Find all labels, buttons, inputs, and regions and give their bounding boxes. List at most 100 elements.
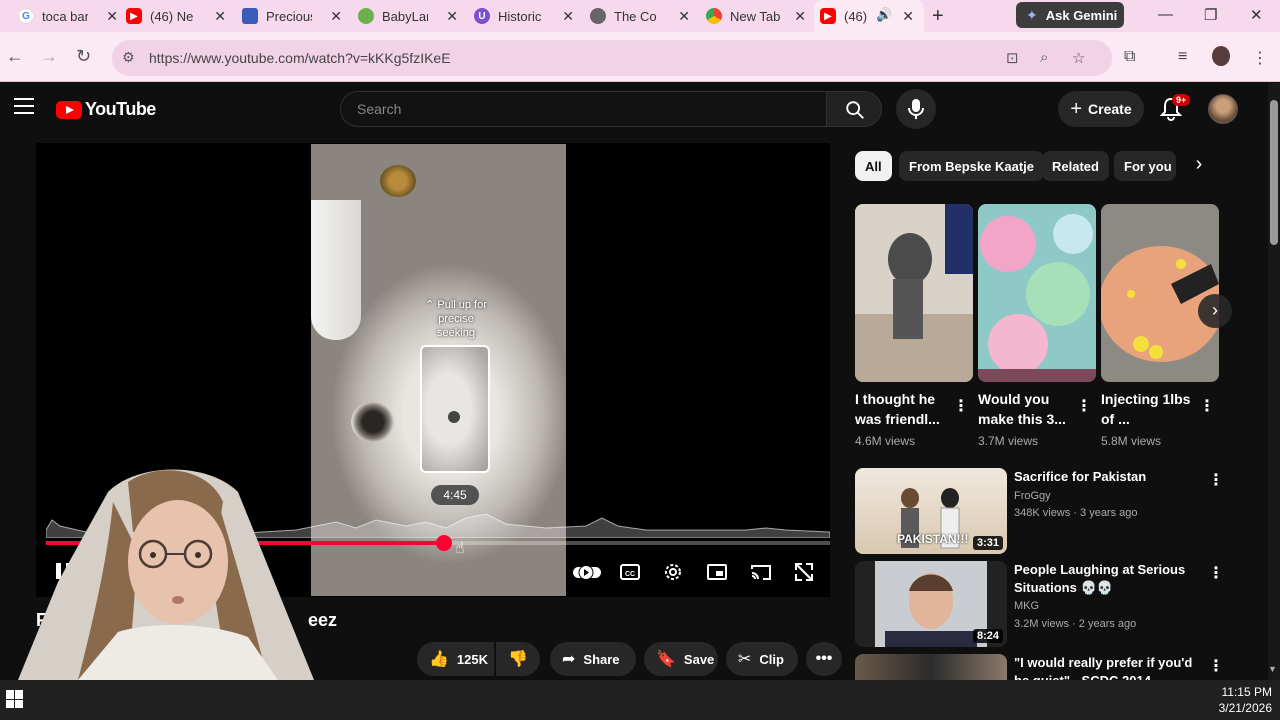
browser-tab[interactable]: Precious ✕	[242, 0, 352, 32]
browser-tab[interactable]: ▶ (46) Ne ✕	[126, 0, 236, 32]
like-button[interactable]: 👍 125K	[417, 642, 494, 676]
short-dog-image	[855, 204, 973, 382]
profile-avatar-icon[interactable]	[1212, 46, 1230, 66]
miniplayer-icon[interactable]	[706, 561, 728, 583]
video-title[interactable]: "I would really prefer if you'd be quiet…	[1014, 654, 1204, 680]
short-injecting-image	[1101, 204, 1219, 382]
dislike-button[interactable]: 👎	[496, 642, 540, 676]
browser-tab[interactable]: New Tab ✕	[706, 0, 816, 32]
preview-drain-shape	[448, 411, 460, 423]
back-icon[interactable]: ←	[6, 46, 24, 67]
browser-tab[interactable]: BabyLar ✕	[358, 0, 468, 32]
address-bar-row: ← → ↻ ⚙ https://www.youtube.com/watch?v=…	[0, 32, 1280, 82]
windows-start-icon[interactable]	[6, 690, 24, 708]
voice-search-button[interactable]	[896, 89, 936, 129]
chip-label: Related	[1052, 158, 1099, 174]
short-thumbnail[interactable]	[978, 204, 1096, 382]
video-thumbnail[interactable]	[855, 654, 1007, 680]
scroll-down-arrow-icon[interactable]: ▼	[1268, 664, 1277, 674]
share-button[interactable]: ➦ Share	[550, 642, 636, 676]
close-tab-icon[interactable]: ✕	[106, 8, 118, 25]
video-thumbnail[interactable]: 8:24	[855, 561, 1007, 647]
chip-all[interactable]: All	[855, 151, 892, 181]
search-button[interactable]	[826, 91, 882, 127]
reload-icon[interactable]: ↻	[76, 46, 91, 67]
browser-tab[interactable]: U Historic ✕	[474, 0, 584, 32]
webcam-overlay	[18, 469, 314, 680]
chevron-right-icon[interactable]: ›	[1186, 153, 1212, 179]
subtitles-icon[interactable]: CC	[619, 561, 641, 583]
shorts-next-arrow[interactable]: ›	[1198, 294, 1232, 328]
site-info-icon[interactable]: ⚙	[122, 49, 135, 66]
video-more-icon[interactable]: ⋮	[1208, 563, 1224, 583]
video-duration: 3:31	[972, 536, 1003, 550]
chip-from-channel[interactable]: From Bepske Kaatje	[899, 151, 1044, 181]
short-more-icon[interactable]: ⋮	[1076, 396, 1092, 416]
short-thumbnail[interactable]	[1101, 204, 1219, 382]
close-tab-icon[interactable]: ✕	[446, 8, 458, 25]
video-more-icon[interactable]: ⋮	[1208, 656, 1224, 676]
more-actions-button[interactable]: •••	[806, 642, 842, 676]
close-tab-icon[interactable]: ✕	[902, 8, 914, 25]
clock-time: 11:15 PM	[1221, 685, 1272, 699]
short-more-icon[interactable]: ⋮	[1199, 396, 1215, 416]
short-title[interactable]: Injecting 1lbs of ...	[1101, 389, 1197, 429]
search-input[interactable]	[341, 92, 826, 126]
close-window-icon[interactable]: ✕	[1250, 6, 1263, 24]
close-tab-icon[interactable]: ✕	[678, 8, 690, 25]
menu-kebab-icon[interactable]: ⋮	[1252, 48, 1268, 68]
video-tap-shape	[380, 165, 416, 197]
menu-icon[interactable]	[14, 98, 34, 119]
new-tab-icon[interactable]: +	[932, 5, 944, 28]
close-tab-icon[interactable]: ✕	[330, 8, 342, 25]
autoplay-toggle-icon[interactable]	[572, 561, 602, 583]
close-tab-icon[interactable]: ✕	[214, 8, 226, 25]
search-box	[340, 91, 827, 127]
short-more-icon[interactable]: ⋮	[953, 396, 969, 416]
forward-icon[interactable]: →	[40, 46, 58, 67]
short-title[interactable]: I thought he was friendl...	[855, 389, 951, 429]
channel-name[interactable]: MKG	[1014, 598, 1039, 614]
close-tab-icon[interactable]: ✕	[794, 8, 806, 25]
cast-icon[interactable]	[750, 561, 772, 583]
settings-gear-icon[interactable]	[662, 561, 684, 583]
browser-tab-active[interactable]: ▶ (46) 🔊 ✕	[814, 0, 924, 32]
restore-icon[interactable]: ❐	[1204, 6, 1217, 24]
video-thumbnail[interactable]: PAKISTAN!!! 3:31	[855, 468, 1007, 554]
account-avatar[interactable]	[1208, 94, 1238, 124]
chip-for-you[interactable]: For you	[1114, 151, 1176, 181]
youtube-logo[interactable]: YouTube	[56, 99, 156, 120]
save-button[interactable]: 🔖 Save	[644, 642, 718, 676]
extensions-icon[interactable]: ⧉	[1124, 48, 1135, 66]
install-app-icon[interactable]: ⊡	[1006, 49, 1019, 67]
chrome-icon	[706, 8, 722, 24]
globe-icon	[590, 8, 606, 24]
like-count: 125K	[456, 651, 488, 667]
clip-button[interactable]: ✂ Clip	[726, 642, 798, 676]
short-thumbnail[interactable]	[855, 204, 973, 382]
chip-related[interactable]: Related	[1042, 151, 1109, 181]
create-button[interactable]: + Create	[1058, 91, 1144, 127]
video-title[interactable]: Sacrifice for Pakistan	[1014, 468, 1204, 486]
close-tab-icon[interactable]: ✕	[562, 8, 574, 25]
omnibox[interactable]: ⚙ https://www.youtube.com/watch?v=kKKg5f…	[112, 40, 1112, 76]
short-title[interactable]: Would you make this 3...	[978, 389, 1074, 429]
browser-tab[interactable]: G toca bar ✕	[18, 0, 128, 32]
ask-gemini-button[interactable]: ✦ Ask Gemini	[1016, 2, 1124, 28]
url-text[interactable]: https://www.youtube.com/watch?v=kKKg5fzI…	[149, 50, 451, 66]
video-title[interactable]: People Laughing at Serious Situations 💀💀	[1014, 561, 1204, 597]
minimize-icon[interactable]: —	[1158, 6, 1173, 23]
scrubber-handle[interactable]	[436, 535, 452, 551]
video-more-icon[interactable]: ⋮	[1208, 470, 1224, 490]
browser-tab[interactable]: The Co ✕	[590, 0, 700, 32]
fullscreen-icon[interactable]	[793, 561, 815, 583]
bookmark-star-icon[interactable]: ☆	[1072, 49, 1085, 67]
system-clock[interactable]: 11:15 PM 3/21/2026	[1208, 684, 1272, 716]
tab-title: Precious	[266, 8, 312, 24]
channel-name[interactable]: FroGgy	[1014, 488, 1051, 504]
media-control-icon[interactable]: ≡	[1178, 48, 1187, 66]
save-label: Save	[683, 651, 715, 667]
scrollbar-thumb[interactable]	[1270, 100, 1278, 245]
zoom-icon[interactable]: ⌕	[1040, 49, 1048, 66]
speaker-icon[interactable]: 🔊	[876, 7, 892, 23]
